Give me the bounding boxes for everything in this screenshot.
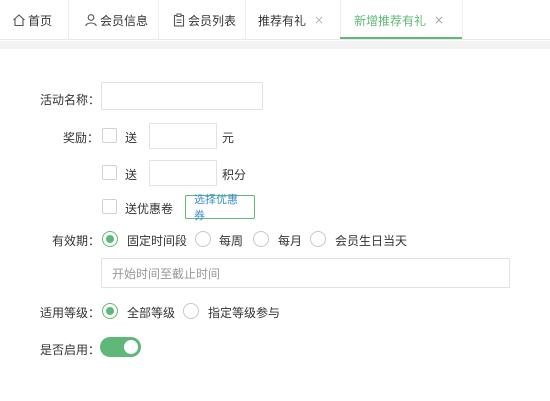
tab-member-list[interactable]: 会员列表 <box>172 0 236 40</box>
content-top-strip <box>0 41 550 49</box>
activity-name-input[interactable] <box>101 82 263 110</box>
tab-divider <box>462 0 463 40</box>
tab-member-info[interactable]: 会员信息 <box>84 0 148 40</box>
reward-coupon-label: 送优惠卷 <box>125 202 174 216</box>
clipboard-icon <box>172 13 186 27</box>
reward-cash-unit: 元 <box>222 131 235 145</box>
reward-label: 奖励： <box>63 131 100 145</box>
validity-option-fixed: 固定时间段 <box>127 234 188 248</box>
reward-cash-input[interactable] <box>149 123 217 149</box>
tab-bar: 首页 会员信息 会员列表 推荐有礼 × 新增推荐有礼 × <box>0 0 550 40</box>
tab-new-referral-gift-label: 新增推荐有礼 <box>354 13 427 28</box>
tab-divider <box>340 0 341 40</box>
tab-referral-gift-label: 推荐有礼 <box>258 13 307 28</box>
tab-member-info-label: 会员信息 <box>100 13 149 28</box>
enabled-label: 是否启用： <box>40 343 101 357</box>
validity-option-birthday: 会员生日当天 <box>335 234 408 248</box>
reward-points-input[interactable] <box>149 160 217 186</box>
level-option-all: 全部等级 <box>127 306 176 320</box>
validity-radio-weekly[interactable] <box>195 231 211 247</box>
active-tab-indicator <box>340 37 462 39</box>
level-label: 适用等级： <box>40 306 101 320</box>
tab-divider <box>245 0 246 40</box>
toggle-knob <box>124 340 138 354</box>
tab-home-label: 首页 <box>28 13 53 28</box>
user-icon <box>84 13 98 27</box>
level-option-specified: 指定等级参与 <box>208 306 281 320</box>
validity-radio-birthday[interactable] <box>310 231 326 247</box>
tab-referral-gift[interactable]: 推荐有礼 × <box>258 0 324 40</box>
validity-option-monthly: 每月 <box>278 234 303 248</box>
tab-home[interactable]: 首页 <box>12 0 52 40</box>
reward-cash-prefix: 送 <box>125 131 138 145</box>
validity-radio-monthly[interactable] <box>253 231 269 247</box>
level-radio-specified[interactable] <box>183 303 199 319</box>
reward-points-unit: 积分 <box>222 168 247 182</box>
close-icon[interactable]: × <box>314 13 324 27</box>
select-coupon-button[interactable]: 选择优惠券 <box>185 193 255 222</box>
tab-divider <box>158 0 159 40</box>
reward-cash-checkbox[interactable] <box>102 128 117 143</box>
validity-option-weekly: 每周 <box>219 234 244 248</box>
activity-name-label: 活动名称： <box>40 93 101 107</box>
enabled-toggle[interactable] <box>100 337 141 357</box>
validity-radio-fixed[interactable] <box>102 231 118 247</box>
tab-divider <box>68 0 69 40</box>
tab-member-list-label: 会员列表 <box>188 13 237 28</box>
home-icon <box>12 13 26 27</box>
date-range-input[interactable]: 开始时间至截止时间 <box>101 258 510 288</box>
tab-new-referral-gift[interactable]: 新增推荐有礼 × <box>354 0 444 40</box>
close-icon[interactable]: × <box>434 13 444 27</box>
reward-points-checkbox[interactable] <box>102 165 117 180</box>
reward-points-prefix: 送 <box>125 168 138 182</box>
reward-coupon-checkbox[interactable] <box>102 199 117 214</box>
validity-label: 有效期： <box>52 234 101 248</box>
level-radio-all[interactable] <box>102 303 118 319</box>
